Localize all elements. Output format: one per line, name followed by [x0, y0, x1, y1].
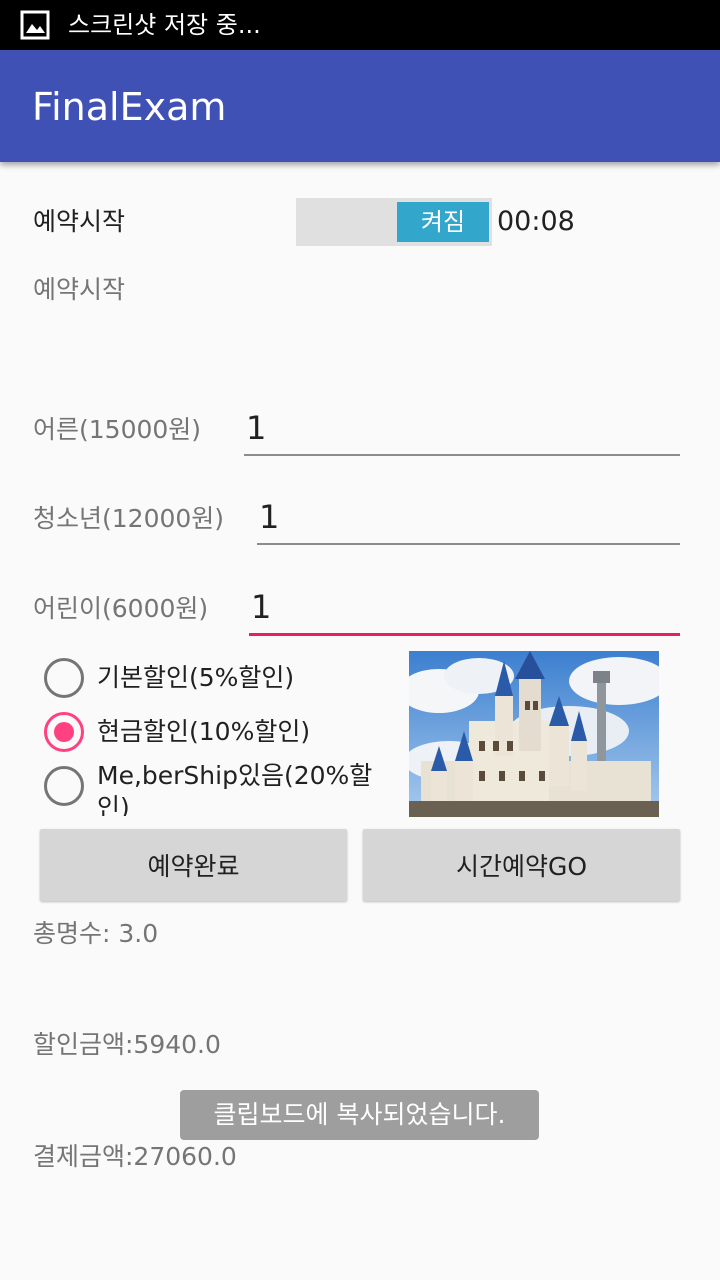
- app-title: FinalExam: [32, 85, 227, 129]
- radio-basic-discount[interactable]: [44, 658, 84, 698]
- adult-label: 어른(15000원): [33, 415, 202, 444]
- total-count-text: 총명수: 3.0: [33, 919, 159, 948]
- confirm-reservation-button[interactable]: 예약완료: [40, 829, 347, 901]
- adult-input[interactable]: 1: [244, 406, 680, 456]
- castle-photo: [409, 651, 659, 817]
- teen-input[interactable]: 1: [257, 495, 680, 545]
- radio-cash-discount[interactable]: [44, 712, 84, 752]
- status-bar: 스크린샷 저장 중...: [0, 0, 720, 50]
- screenshot-icon: [20, 10, 50, 40]
- radio-membership-discount-label-container[interactable]: Me,berShip있음(20%할인): [97, 760, 397, 816]
- payment-amount-text: 결제금액:27060.0: [33, 1142, 237, 1171]
- switch-thumb[interactable]: 켜짐: [397, 202, 489, 242]
- radio-cash-discount-label[interactable]: 현금할인(10%할인): [97, 716, 310, 748]
- discount-amount-text: 할인금액:5940.0: [33, 1030, 221, 1059]
- reservation-switch[interactable]: 켜짐: [296, 198, 492, 246]
- radio-membership-discount[interactable]: [44, 766, 84, 806]
- app-bar: FinalExam: [0, 50, 720, 162]
- timer-text: 00:08: [497, 206, 575, 237]
- timed-reservation-button[interactable]: 시간예약GO: [363, 829, 680, 901]
- reservation-status-text: 예약시작: [33, 275, 126, 304]
- toast-message: 클립보드에 복사되었습니다.: [180, 1090, 539, 1140]
- child-input[interactable]: 1: [249, 585, 680, 636]
- radio-membership-discount-label[interactable]: Me,berShip있음(20%할인): [97, 760, 387, 816]
- child-label: 어린이(6000원): [33, 594, 209, 623]
- reservation-switch-label: 예약시작: [33, 207, 126, 236]
- teen-label: 청소년(12000원): [33, 504, 225, 533]
- status-notification-text: 스크린샷 저장 중...: [68, 11, 261, 39]
- radio-basic-discount-label[interactable]: 기본할인(5%할인): [97, 662, 294, 694]
